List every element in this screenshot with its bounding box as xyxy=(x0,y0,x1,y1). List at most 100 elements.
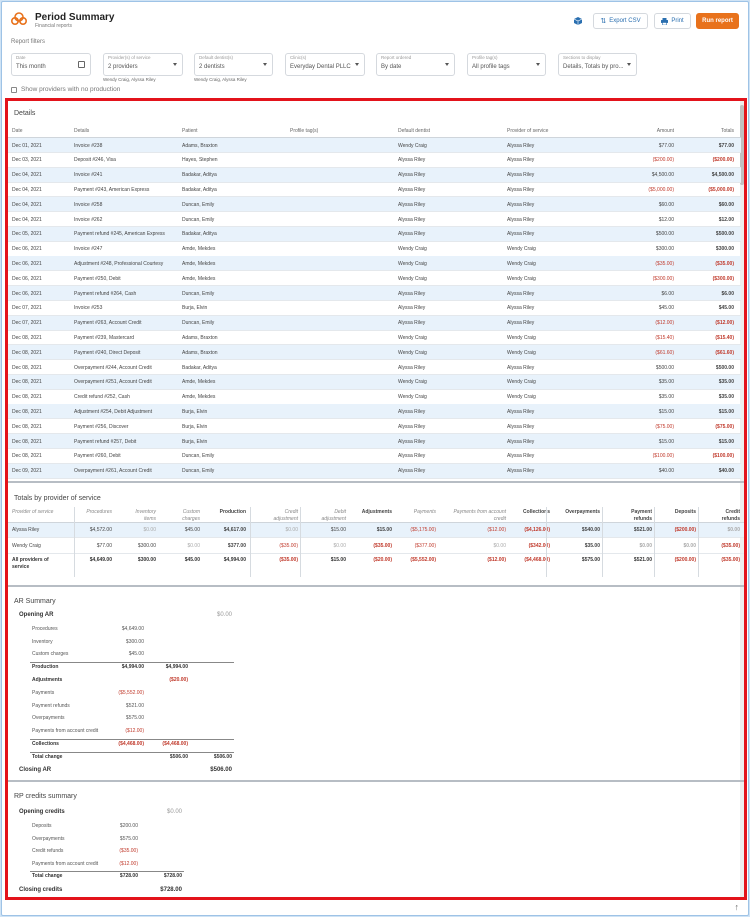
table-row[interactable]: Dec 08, 2021 Overpayment #251, Account Cr… xyxy=(8,374,741,390)
table-row[interactable]: Dec 08, 2021 Payment #239, Mastercard Adam… xyxy=(8,330,741,346)
filter-label: Report ordered xyxy=(381,55,412,60)
table-cell: Duncan, Emily xyxy=(182,320,215,327)
table-row[interactable]: Dec 08, 2021 Payment refund #257, Debit Bu… xyxy=(8,434,741,449)
table-row[interactable]: Dec 04, 2021 Invoice #258 Duncan, Emily Aly… xyxy=(8,197,741,213)
table-cell: ($35.00) xyxy=(655,260,674,267)
table-row[interactable]: Dec 07, 2021 Payment #263, Account Credit… xyxy=(8,315,741,331)
report-results-panel: Details Date Details Patient Profile tag(s)… xyxy=(5,98,747,900)
opening-ar-label: Opening AR xyxy=(19,612,54,618)
table-row[interactable]: Dec 04, 2021 Payment #243, American Expre… xyxy=(8,182,741,198)
table-row[interactable]: Dec 03, 2021 Deposit #246, Visa Hayes, Ste… xyxy=(8,153,741,168)
table-row[interactable]: Dec 06, 2021 Payment #250, Debit Amde, Mek… xyxy=(8,271,741,287)
table-cell: Alyssa Riley xyxy=(507,305,535,312)
column-separator xyxy=(602,507,603,577)
table-cell: Badakar, Aditya xyxy=(182,231,217,238)
order-filter[interactable]: Report ordered By date xyxy=(376,53,455,76)
ar-line-label: Inventory xyxy=(32,638,53,645)
table-cell: $77.00 xyxy=(718,142,734,149)
sections-filter[interactable]: Sections to display Details, Totals by p… xyxy=(558,53,637,76)
table-cell: Burja, Elvin xyxy=(182,438,208,445)
table-cell: Invoice #258 xyxy=(74,201,103,208)
table-cell: Invoice #247 xyxy=(74,246,103,253)
provider-filter[interactable]: Provider(s) of service 2 providers xyxy=(103,53,183,76)
table-cell: $35.00 xyxy=(658,379,674,386)
table-row[interactable]: Dec 07, 2021 Invoice #253 Burja, Elvin Alys… xyxy=(8,301,741,316)
clinic-filter[interactable]: Clinic(s) Everyday Dental PLLC xyxy=(285,53,365,76)
export-csv-label: Export CSV xyxy=(609,18,641,24)
table-cell: ($75.00) xyxy=(655,423,674,430)
table-row[interactable]: Dec 01, 2021 Invoice #238 Adams, Braxton We… xyxy=(8,138,741,153)
ar-line-label: Adjustments xyxy=(32,677,63,683)
table-cell: $40.00 xyxy=(718,468,734,475)
table-cell: ($300.00) xyxy=(652,275,674,282)
table-cell: $300.00 xyxy=(137,557,156,563)
table-cell: $300.00 xyxy=(655,246,674,253)
rp-line-label: Overpayments xyxy=(32,835,65,842)
table-cell: $45.00 xyxy=(658,305,674,312)
table-row[interactable]: Dec 08, 2021 Payment #256, Discover Burja,… xyxy=(8,419,741,435)
table-cell: Hayes, Stephen xyxy=(182,157,218,164)
column-separator xyxy=(250,507,251,577)
table-cell: ($5,000.00) xyxy=(708,186,734,193)
scroll-to-top-icon[interactable]: ↑ xyxy=(735,902,740,912)
table-cell: Payment refund #257, Debit xyxy=(74,438,137,445)
table-row[interactable]: Dec 08, 2021 Payment #260, Debit Duncan, E… xyxy=(8,449,741,464)
provider-total-name: All providers of xyxy=(12,557,49,563)
table-cell: $60.00 xyxy=(718,201,734,208)
table-cell: Alyssa Riley xyxy=(398,408,426,415)
rp-line-value: ($12.00) xyxy=(119,860,138,867)
table-cell: Wendy Craig xyxy=(398,142,427,149)
table-cell: Wendy Craig xyxy=(398,349,427,356)
profile-tag-filter[interactable]: Profile tag(s) All profile tags xyxy=(467,53,546,76)
provider-filter-sub: Wendy Craig, Alyssa Riley xyxy=(103,77,156,82)
column-header: Debit xyxy=(334,509,346,515)
table-row[interactable]: Dec 05, 2021 Payment refund #245, America… xyxy=(8,226,741,242)
table-row[interactable]: Dec 08, 2021 Adjustment #254, Debit Adjus… xyxy=(8,404,741,420)
table-cell: Dec 08, 2021 xyxy=(12,379,42,386)
checkbox-box[interactable] xyxy=(11,86,17,93)
table-cell: $500.00 xyxy=(715,364,734,371)
provider-name: Wendy Craig xyxy=(12,543,41,549)
table-cell: Credit refund #252, Cash xyxy=(74,394,130,401)
date-filter[interactable]: Date This month xyxy=(11,53,91,76)
table-cell: Wendy Craig xyxy=(398,260,427,267)
table-row[interactable]: Dec 06, 2021 Invoice #247 Amde, Mekdes Wend… xyxy=(8,242,741,257)
table-row[interactable]: Dec 04, 2021 Invoice #262 Duncan, Emily Aly… xyxy=(8,212,741,227)
table-row[interactable]: Dec 08, 2021 Credit refund #252, Cash Amde… xyxy=(8,390,741,405)
table-cell: Duncan, Emily xyxy=(182,201,215,208)
table-row[interactable]: Dec 04, 2021 Invoice #241 Badakar, Aditya A… xyxy=(8,167,741,183)
column-header: Overpayments xyxy=(565,509,600,515)
column-header: Inventory xyxy=(135,509,156,515)
table-cell: Wendy Craig xyxy=(507,275,536,282)
table-row[interactable]: Dec 09, 2021 Overpayment #261, Account Cr… xyxy=(8,463,741,479)
table-cell: Overpayment #244, Account Credit xyxy=(74,364,152,371)
table-row[interactable]: Dec 08, 2021 Overpayment #244, Account Cr… xyxy=(8,360,741,375)
rp-line-label: Payments from account credit xyxy=(32,860,99,867)
table-cell: $377.00 xyxy=(227,543,246,549)
table-cell: Invoice #262 xyxy=(74,216,103,223)
table-cell: $0.00 xyxy=(333,543,346,549)
bundle-button[interactable] xyxy=(570,13,586,29)
run-report-button[interactable]: Run report xyxy=(696,13,739,29)
show-no-production-checkbox[interactable]: Show providers with no production xyxy=(11,86,120,93)
table-cell: ($300.00) xyxy=(712,275,734,282)
table-row[interactable]: Dec 06, 2021 Payment refund #264, Cash Dun… xyxy=(8,286,741,301)
table-cell: Alyssa Riley xyxy=(398,320,426,327)
export-csv-button[interactable]: ⇅ Export CSV xyxy=(593,13,648,29)
table-cell: ($12.00) xyxy=(487,557,506,563)
ar-line-value: $4,994.00 xyxy=(121,664,144,670)
filter-label: Provider(s) of service xyxy=(108,55,151,60)
dentist-filter[interactable]: Default dentist(s) 2 dentists xyxy=(194,53,273,76)
filter-value: By date xyxy=(381,64,402,70)
table-row[interactable]: Dec 08, 2021 Payment #240, Direct Deposit… xyxy=(8,345,741,361)
table-cell: Dec 08, 2021 xyxy=(12,394,42,401)
table-cell: Alyssa Riley xyxy=(507,290,535,297)
table-cell: ($200.00) xyxy=(652,157,674,164)
table-cell: Burja, Elvin xyxy=(182,305,208,312)
print-button[interactable]: Print xyxy=(654,13,691,29)
closing-credits-label: Closing credits xyxy=(19,887,63,893)
table-row[interactable]: Dec 06, 2021 Adjustment #248, Professiona… xyxy=(8,256,741,272)
table-cell: Dec 08, 2021 xyxy=(12,408,42,415)
table-cell: Invoice #253 xyxy=(74,305,103,312)
filter-value: 2 providers xyxy=(108,64,138,70)
